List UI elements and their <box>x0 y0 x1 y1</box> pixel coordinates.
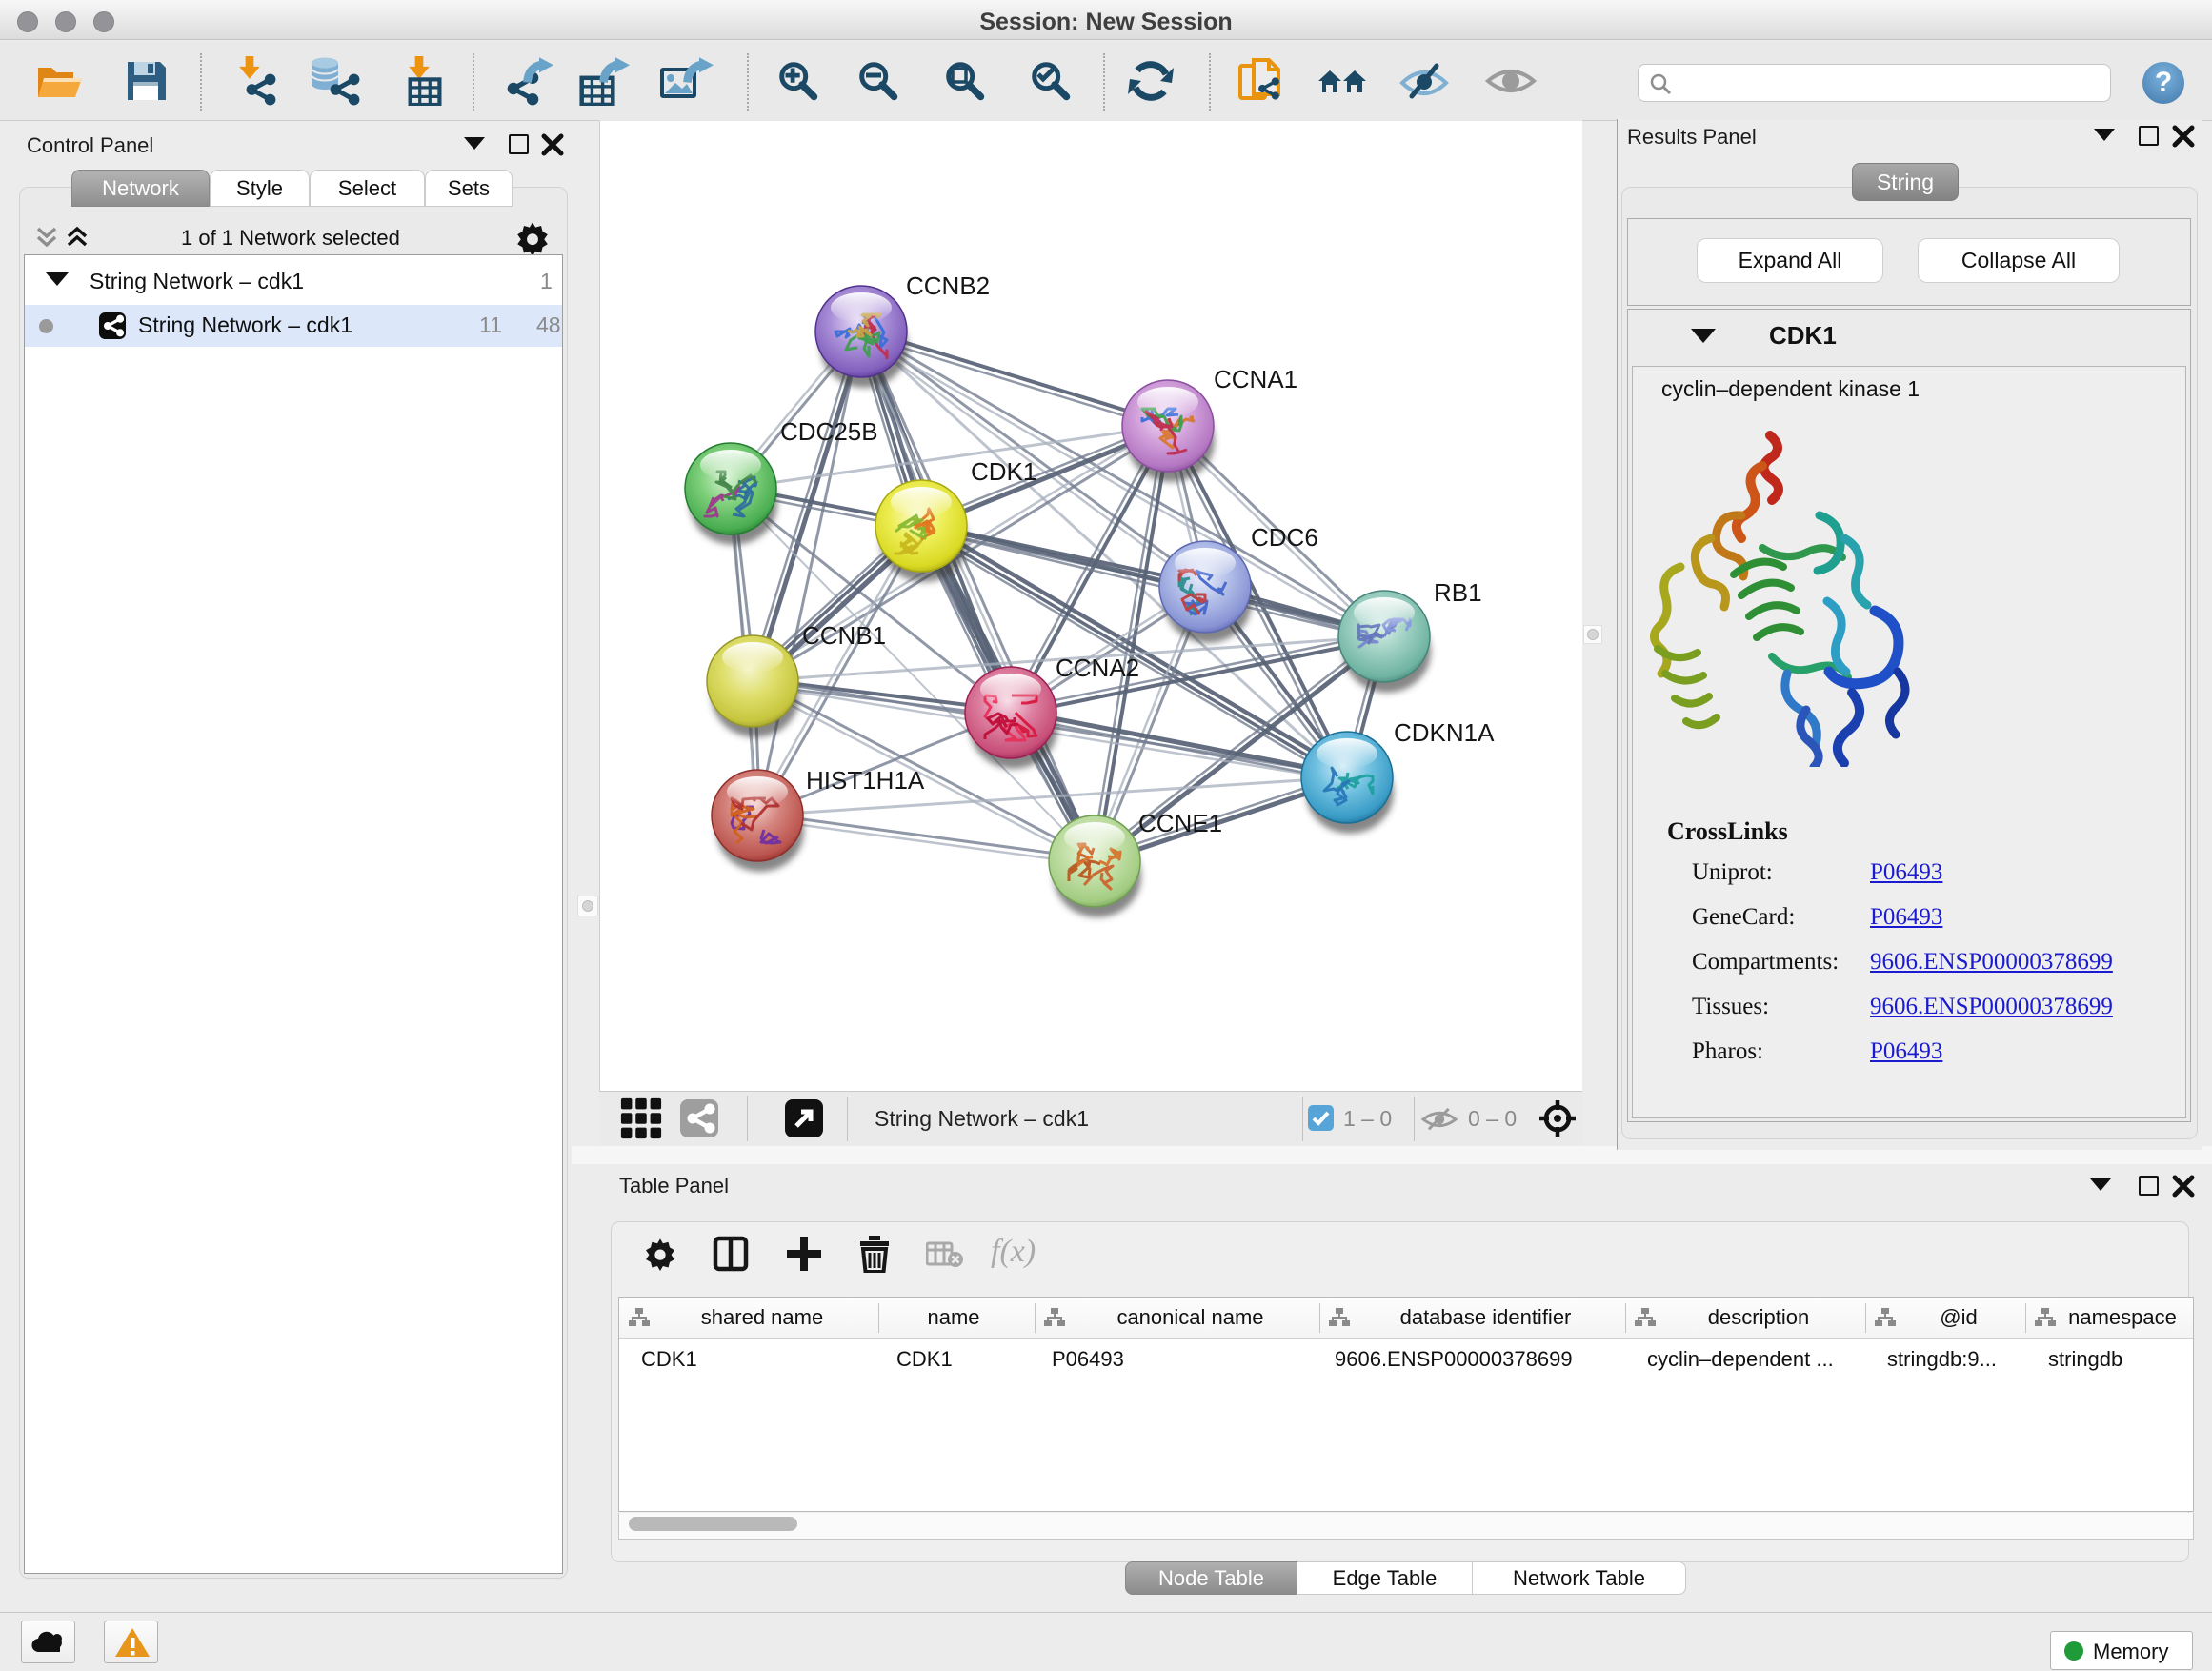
svg-text:HIST1H1A: HIST1H1A <box>806 766 925 795</box>
svg-text:CCNB1: CCNB1 <box>802 621 886 650</box>
svg-text:CCNB2: CCNB2 <box>906 272 990 300</box>
svg-text:CDK1: CDK1 <box>971 457 1036 486</box>
svg-text:CCNA1: CCNA1 <box>1214 365 1297 393</box>
svg-text:CCNA2: CCNA2 <box>1056 654 1139 682</box>
svg-text:CDKN1A: CDKN1A <box>1394 718 1495 747</box>
svg-text:CDC6: CDC6 <box>1251 523 1318 552</box>
svg-text:CDC25B: CDC25B <box>780 417 878 446</box>
svg-text:RB1: RB1 <box>1434 578 1482 607</box>
svg-text:CCNE1: CCNE1 <box>1138 809 1222 837</box>
